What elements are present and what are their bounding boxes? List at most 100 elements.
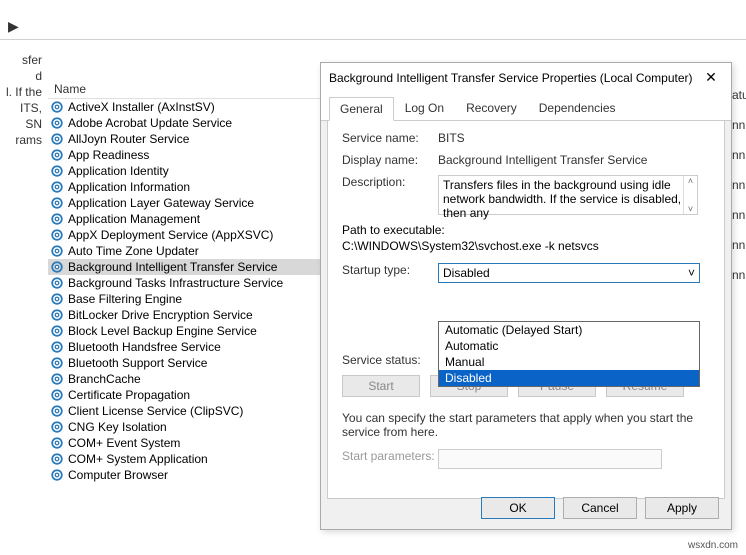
- list-item[interactable]: Background Intelligent Transfer Service: [48, 259, 328, 275]
- service-name: COM+ Event System: [68, 436, 180, 450]
- service-name: Background Tasks Infrastructure Service: [68, 276, 283, 290]
- services-list[interactable]: Name ActiveX Installer (AxInstSV)Adobe A…: [48, 80, 328, 550]
- chevron-down-icon: ˅: [688, 266, 695, 280]
- list-item[interactable]: Auto Time Zone Updater: [48, 243, 328, 259]
- tab-recovery[interactable]: Recovery: [455, 96, 528, 120]
- list-item[interactable]: BranchCache: [48, 371, 328, 387]
- list-item[interactable]: Adobe Acrobat Update Service: [48, 115, 328, 131]
- service-name: CNG Key Isolation: [68, 420, 167, 434]
- dropdown-option[interactable]: Disabled: [439, 370, 699, 386]
- list-item[interactable]: Base Filtering Engine: [48, 291, 328, 307]
- tab-dependencies[interactable]: Dependencies: [528, 96, 627, 120]
- service-name: BitLocker Drive Encryption Service: [68, 308, 253, 322]
- service-name: COM+ System Application: [68, 452, 208, 466]
- list-item[interactable]: Certificate Propagation: [48, 387, 328, 403]
- dialog-titlebar: Background Intelligent Transfer Service …: [321, 63, 731, 92]
- truncated-status: nnin: [732, 260, 746, 290]
- truncated-status: nnin: [732, 200, 746, 230]
- gear-icon: [50, 308, 64, 322]
- service-name-value: BITS: [438, 131, 465, 145]
- gear-icon: [50, 228, 64, 242]
- start-params-input[interactable]: [438, 449, 662, 469]
- gear-icon: [50, 132, 64, 146]
- path-label: Path to executable:: [342, 223, 445, 237]
- truncated-status: atus: [732, 80, 746, 110]
- tab-strip: GeneralLog OnRecoveryDependencies: [321, 92, 731, 121]
- truncated-text: rams: [0, 132, 42, 148]
- dropdown-option[interactable]: Automatic: [439, 338, 699, 354]
- list-item[interactable]: COM+ Event System: [48, 435, 328, 451]
- service-name: App Readiness: [68, 148, 149, 162]
- truncated-status: nnin: [732, 230, 746, 260]
- list-item[interactable]: ActiveX Installer (AxInstSV): [48, 99, 328, 115]
- startup-type-select[interactable]: Disabled ˅: [438, 263, 700, 283]
- list-item[interactable]: Client License Service (ClipSVC): [48, 403, 328, 419]
- close-icon[interactable]: ✕: [699, 69, 723, 86]
- list-item[interactable]: App Readiness: [48, 147, 328, 163]
- truncated-text: SN: [0, 116, 42, 132]
- play-icon[interactable]: ▶: [6, 16, 21, 37]
- service-name: Application Layer Gateway Service: [68, 196, 254, 210]
- gear-icon: [50, 324, 64, 338]
- display-name-label: Display name:: [342, 153, 438, 167]
- gear-icon: [50, 388, 64, 402]
- path-value: C:\WINDOWS\System32\svchost.exe -k netsv…: [342, 239, 599, 253]
- service-name: Base Filtering Engine: [68, 292, 182, 306]
- list-item[interactable]: Computer Browser: [48, 467, 328, 483]
- service-name: AppX Deployment Service (AppXSVC): [68, 228, 273, 242]
- apply-button[interactable]: Apply: [645, 497, 719, 519]
- properties-dialog: Background Intelligent Transfer Service …: [320, 62, 732, 530]
- list-item[interactable]: COM+ System Application: [48, 451, 328, 467]
- list-item[interactable]: Application Layer Gateway Service: [48, 195, 328, 211]
- startup-type-dropdown[interactable]: Automatic (Delayed Start)AutomaticManual…: [438, 321, 700, 387]
- truncated-status: nnin: [732, 110, 746, 140]
- tab-log-on[interactable]: Log On: [394, 96, 455, 120]
- gear-icon: [50, 244, 64, 258]
- start-button[interactable]: Start: [342, 375, 420, 397]
- start-params-label: Start parameters:: [342, 449, 438, 469]
- truncated-text: d: [0, 68, 42, 84]
- truncated-status: nnin: [732, 170, 746, 200]
- list-item[interactable]: CNG Key Isolation: [48, 419, 328, 435]
- column-header-name[interactable]: Name: [48, 80, 328, 99]
- list-item[interactable]: BitLocker Drive Encryption Service: [48, 307, 328, 323]
- service-name: Block Level Backup Engine Service: [68, 324, 257, 338]
- list-item[interactable]: Application Information: [48, 179, 328, 195]
- list-item[interactable]: AppX Deployment Service (AppXSVC): [48, 227, 328, 243]
- gear-icon: [50, 452, 64, 466]
- truncated-text: ITS,: [0, 100, 42, 116]
- dialog-title: Background Intelligent Transfer Service …: [329, 71, 693, 85]
- description-box[interactable]: Transfers files in the background using …: [438, 175, 698, 215]
- general-panel: Service name:BITS Display name:Backgroun…: [327, 121, 725, 499]
- ok-button[interactable]: OK: [481, 497, 555, 519]
- cancel-button[interactable]: Cancel: [563, 497, 637, 519]
- gear-icon: [50, 212, 64, 226]
- service-name: Application Management: [68, 212, 200, 226]
- list-item[interactable]: Application Management: [48, 211, 328, 227]
- gear-icon: [50, 468, 64, 482]
- list-item[interactable]: Application Identity: [48, 163, 328, 179]
- dropdown-option[interactable]: Manual: [439, 354, 699, 370]
- gear-icon: [50, 260, 64, 274]
- chevron-down-icon[interactable]: ˅: [684, 204, 697, 214]
- dropdown-option[interactable]: Automatic (Delayed Start): [439, 322, 699, 338]
- gear-icon: [50, 340, 64, 354]
- list-item[interactable]: Block Level Backup Engine Service: [48, 323, 328, 339]
- gear-icon: [50, 420, 64, 434]
- gear-icon: [50, 196, 64, 210]
- list-item[interactable]: Bluetooth Handsfree Service: [48, 339, 328, 355]
- list-item[interactable]: AllJoyn Router Service: [48, 131, 328, 147]
- service-name: Background Intelligent Transfer Service: [68, 260, 277, 274]
- service-name: Adobe Acrobat Update Service: [68, 116, 232, 130]
- list-item[interactable]: Bluetooth Support Service: [48, 355, 328, 371]
- top-toolbar: ▶: [0, 0, 746, 40]
- chevron-up-icon[interactable]: ˄: [684, 176, 697, 186]
- service-name: Client License Service (ClipSVC): [68, 404, 243, 418]
- description-text: Transfers files in the background using …: [443, 178, 681, 220]
- tab-general[interactable]: General: [329, 97, 394, 121]
- description-scrollbar[interactable]: ˄˅: [683, 176, 697, 214]
- service-name: Bluetooth Support Service: [68, 356, 207, 370]
- start-params-note: You can specify the start parameters tha…: [342, 411, 710, 439]
- gear-icon: [50, 372, 64, 386]
- list-item[interactable]: Background Tasks Infrastructure Service: [48, 275, 328, 291]
